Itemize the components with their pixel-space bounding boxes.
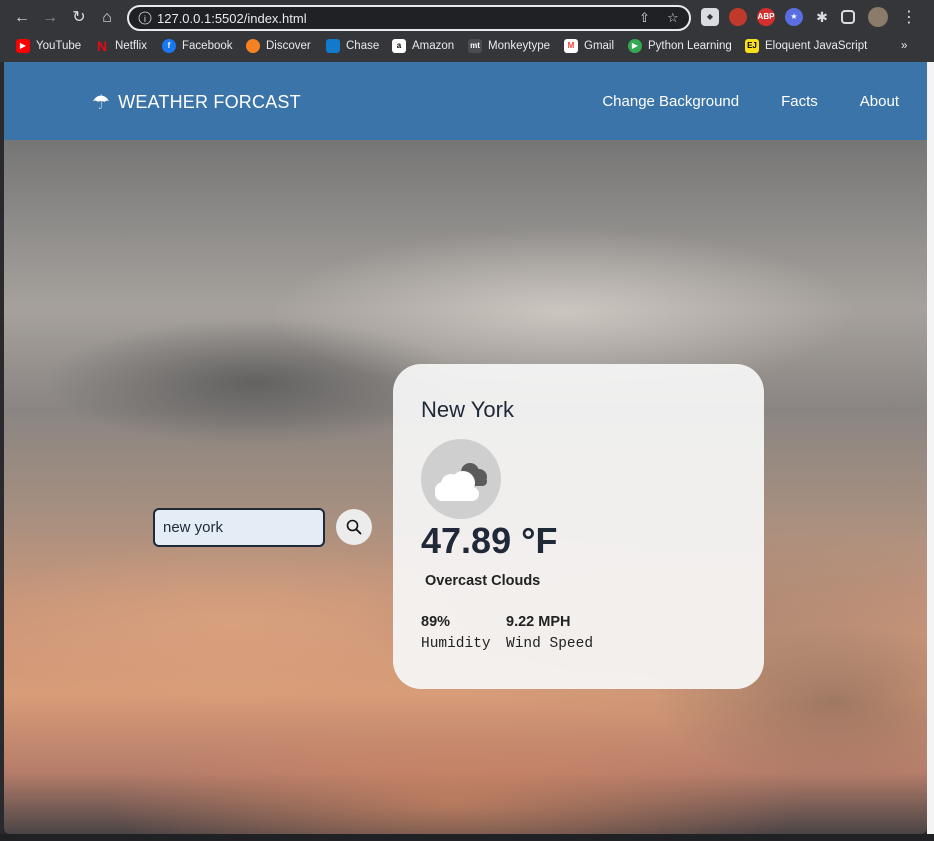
gmail-icon: M	[564, 39, 578, 53]
bookmark-discover[interactable]: Discover	[246, 38, 311, 54]
city-name: New York	[421, 397, 514, 422]
site-header: ☂ WEATHER FORCAST Change Background Fact…	[4, 62, 927, 140]
forward-icon[interactable]: →	[39, 7, 61, 29]
wind-speed-label: Wind Speed	[506, 636, 594, 652]
bookmark-python-learning[interactable]: ▶ Python Learning	[628, 38, 732, 54]
discover-icon	[246, 39, 260, 53]
star-icon[interactable]: ☆	[667, 10, 679, 26]
youtube-icon: ▶	[16, 39, 30, 53]
bookmarks-more-icon[interactable]: »	[901, 38, 907, 54]
umbrella-icon: ☂	[92, 92, 111, 114]
bookmarks-bar: ▶ YouTube N Netflix f Facebook Discover Cha…	[0, 36, 934, 56]
profile-avatar[interactable]	[868, 7, 888, 27]
search-icon	[346, 519, 362, 535]
nav-facts[interactable]: Facts	[781, 93, 818, 110]
bookmark-netflix[interactable]: N Netflix	[95, 38, 147, 54]
humidity-stat: 89% Humidity	[421, 614, 491, 652]
chase-icon	[326, 39, 340, 53]
weather-card: New York 47.89 °F Overcast Clouds 89% Hu…	[393, 364, 764, 689]
badge-extension-icon[interactable]: ★	[785, 8, 803, 26]
monkeytype-icon: mt	[468, 39, 482, 53]
puzzle-extensions-icon[interactable]: ✱	[813, 8, 831, 26]
overcast-clouds-icon	[435, 463, 487, 501]
back-icon[interactable]: ←	[11, 7, 33, 29]
bookmark-facebook[interactable]: f Facebook	[162, 38, 233, 54]
bookmark-gmail[interactable]: M Gmail	[564, 38, 614, 54]
bookmark-chase[interactable]: Chase	[326, 38, 379, 54]
nav-change-background[interactable]: Change Background	[602, 93, 739, 110]
humidity-value: 89%	[421, 614, 451, 630]
bookmark-monkeytype[interactable]: mt Monkeytype	[468, 38, 550, 54]
reload-icon[interactable]: ↻	[68, 7, 90, 29]
home-icon[interactable]: ⌂	[96, 7, 118, 29]
address-bar[interactable]: i 127.0.0.1:5502/index.html ⇧ ☆	[127, 5, 691, 31]
bookmark-eloquent-javascript[interactable]: EJ Eloquent JavaScript	[745, 38, 867, 54]
weather-description: Overcast Clouds	[425, 573, 541, 589]
browser-chrome: ← → ↻ ⌂ i 127.0.0.1:5502/index.html ⇧ ☆ …	[0, 0, 934, 62]
background-window-bottom	[0, 834, 934, 841]
city-search-input[interactable]	[153, 508, 325, 547]
info-icon[interactable]: i	[138, 11, 152, 25]
share-icon[interactable]: ⇧	[639, 10, 650, 26]
site-nav: Change Background Facts About	[602, 93, 927, 110]
amazon-icon: a	[392, 39, 406, 53]
python-learning-icon: ▶	[628, 39, 642, 53]
nav-about[interactable]: About	[860, 93, 899, 110]
eloquent-javascript-icon: EJ	[745, 39, 759, 53]
side-panel-icon[interactable]	[841, 10, 855, 24]
browser-toolbar: ← → ↻ ⌂ i 127.0.0.1:5502/index.html ⇧ ☆ …	[0, 0, 934, 35]
site-logo[interactable]: ☂ WEATHER FORCAST	[92, 90, 301, 115]
adblock-extension-icon[interactable]: ABP	[757, 8, 775, 26]
search-button[interactable]	[336, 509, 372, 545]
wind-speed-stat: 9.22 MPH Wind Speed	[506, 614, 593, 652]
netflix-icon: N	[96, 38, 108, 54]
humidity-label: Humidity	[421, 636, 491, 652]
temperature-value: 47.89 °F	[421, 520, 558, 561]
address-url[interactable]: 127.0.0.1:5502/index.html	[157, 11, 307, 26]
bookmark-youtube[interactable]: ▶ YouTube	[16, 38, 81, 54]
page-background: ☂ WEATHER FORCAST Change Background Fact…	[4, 62, 927, 834]
weather-icon-container	[421, 439, 501, 519]
logo-text: WEATHER FORCAST	[118, 92, 301, 112]
background-window-edge	[927, 62, 934, 834]
record-extension-icon[interactable]	[729, 8, 747, 26]
menu-dots-icon[interactable]: ⋮	[898, 7, 920, 29]
shield-extension-icon[interactable]: ◆	[701, 8, 719, 26]
facebook-icon: f	[162, 39, 176, 53]
wind-speed-value: 9.22 MPH	[506, 614, 571, 630]
bookmark-amazon[interactable]: a Amazon	[392, 38, 454, 54]
